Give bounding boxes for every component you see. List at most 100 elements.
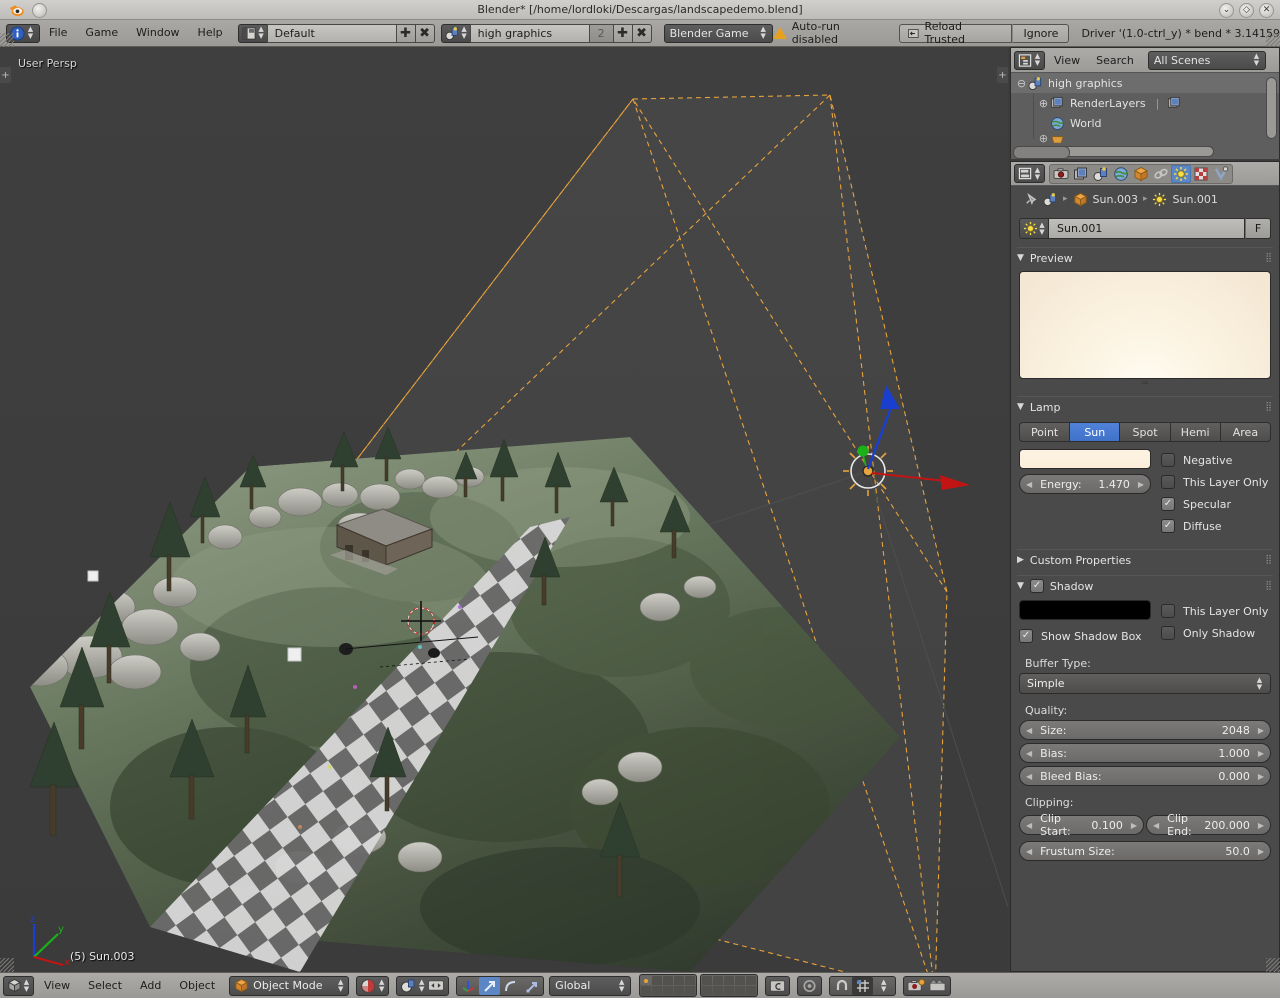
show-shadow-box-checkbox[interactable] xyxy=(1019,629,1033,643)
shadow-enable-checkbox[interactable] xyxy=(1030,579,1044,593)
menu-help[interactable]: Help xyxy=(189,23,232,43)
lamp-specular-row[interactable]: Specular xyxy=(1161,493,1271,515)
increment-arrow-icon[interactable]: ▶ xyxy=(1138,480,1144,489)
outliner-editor-type-selector[interactable]: ▲▼ xyxy=(1014,51,1045,70)
layer-cell[interactable] xyxy=(652,986,662,995)
lamp-datablock-name-field[interactable]: Sun.001 xyxy=(1049,218,1245,239)
breadcrumb-data-name[interactable]: Sun.001 xyxy=(1172,193,1217,206)
decrement-arrow-icon[interactable]: ◀ xyxy=(1026,847,1032,856)
decrement-arrow-icon[interactable]: ◀ xyxy=(1026,480,1032,489)
outliner-expand-icon[interactable]: ⊕ xyxy=(1037,97,1050,110)
lamp-diffuse-row[interactable]: Diffuse xyxy=(1161,515,1271,537)
layer-cell[interactable] xyxy=(702,986,712,995)
lamp-datablock-browse-button[interactable]: ▲▼ xyxy=(1019,218,1049,239)
toolshelf-expand-icon[interactable]: + xyxy=(0,67,11,83)
scale-manipulator-icon[interactable] xyxy=(521,977,542,995)
increment-arrow-icon[interactable]: ▶ xyxy=(1258,726,1264,735)
delete-scene-button[interactable]: ✖ xyxy=(633,24,652,43)
panel-header-preview[interactable]: ▼ Preview ⣿ xyxy=(1017,247,1273,265)
buffer-type-dropdown[interactable]: Simple ▲▼ xyxy=(1019,673,1271,694)
lamp-negative-row[interactable]: Negative xyxy=(1161,449,1271,471)
layer-cell[interactable] xyxy=(685,976,695,985)
render-layers-tab[interactable] xyxy=(1071,165,1091,183)
transform-orientation-selector[interactable]: Global ▲▼ xyxy=(549,976,631,996)
layer-block-1[interactable] xyxy=(639,974,697,997)
lamp-this-layer-only-row[interactable]: This Layer Only xyxy=(1161,471,1271,493)
show-shadow-box-row[interactable]: Show Shadow Box xyxy=(1019,625,1151,647)
screen-layout-name[interactable]: Default xyxy=(267,24,397,43)
scene-render-mode-selector[interactable]: ▲▼ xyxy=(396,976,449,996)
lamp-negative-checkbox[interactable] xyxy=(1161,453,1175,467)
outliner-expand-icon-partial[interactable]: ⊕ xyxy=(1037,133,1050,143)
close-icon[interactable]: ✕ xyxy=(1259,3,1274,18)
panel-grip[interactable]: ⣿ xyxy=(1265,402,1273,412)
viewport-shading-selector[interactable]: ▲▼ xyxy=(356,976,389,996)
panel-grip[interactable]: ⣿ xyxy=(1265,581,1273,591)
layer-cell[interactable] xyxy=(674,976,684,985)
snap-target-chevrons[interactable]: ▲▼ xyxy=(873,977,894,995)
clip-start-field[interactable]: ◀ Clip Start: 0.100 ▶ xyxy=(1019,815,1144,835)
ignore-button[interactable]: Ignore xyxy=(1012,24,1069,43)
outliner-row-world[interactable]: World xyxy=(1011,113,1279,133)
layer-cell[interactable] xyxy=(652,976,662,985)
only-shadow-row[interactable]: Only Shadow xyxy=(1161,622,1271,644)
decrement-arrow-icon[interactable]: ◀ xyxy=(1153,821,1159,830)
outliner-tree[interactable]: ⊖ high graphics ⊕ RenderLayer xyxy=(1011,73,1279,159)
screen-layout-browse-button[interactable]: ▲▼ xyxy=(238,24,267,43)
object-tab[interactable] xyxy=(1131,165,1151,183)
shadow-color-swatch[interactable] xyxy=(1019,600,1151,620)
layer-cell[interactable] xyxy=(724,976,734,985)
cube-icon[interactable] xyxy=(1073,192,1088,207)
layer-block-2[interactable] xyxy=(700,974,758,997)
shadow-bleed-bias-field[interactable]: ◀ Bleed Bias: 0.000 ▶ xyxy=(1019,766,1271,786)
area-corner-grip-topright[interactable] xyxy=(1266,33,1280,47)
layer-cell[interactable] xyxy=(674,986,684,995)
view3d-menu-add[interactable]: Add xyxy=(132,979,169,992)
rotate-manipulator-icon[interactable] xyxy=(500,977,521,995)
snap-magnet-icon[interactable] xyxy=(831,977,852,995)
outliner-menu-view[interactable]: View xyxy=(1047,54,1087,67)
shadow-this-layer-only-row[interactable]: This Layer Only xyxy=(1161,600,1271,622)
lamp-type-area[interactable]: Area xyxy=(1220,422,1271,442)
render-preview-button[interactable] xyxy=(797,976,822,996)
view3d-menu-select[interactable]: Select xyxy=(80,979,130,992)
lamp-energy-field[interactable]: ◀ Energy: 1.470 ▶ xyxy=(1019,474,1151,494)
panel-header-shadow[interactable]: ▼ Shadow ⣿ xyxy=(1017,575,1273,593)
outliner-display-mode-selector[interactable]: All Scenes ▲▼ xyxy=(1148,51,1266,70)
add-screen-layout-button[interactable]: ✚ xyxy=(397,24,416,43)
outliner-row-renderlayers[interactable]: ⊕ RenderLayers | xyxy=(1011,93,1279,113)
decrement-arrow-icon[interactable]: ◀ xyxy=(1026,726,1032,735)
view3d-editor-type-selector[interactable]: ▲▼ xyxy=(3,976,34,996)
area-corner-grip-topleft[interactable] xyxy=(0,33,14,47)
lamp-diffuse-checkbox[interactable] xyxy=(1161,519,1175,533)
opengl-render-buttons[interactable] xyxy=(903,976,951,996)
layer-cell[interactable] xyxy=(746,986,756,995)
scene-browse-button[interactable]: ▲▼ xyxy=(441,24,470,43)
menu-file[interactable]: File xyxy=(40,23,76,43)
layer-cell[interactable] xyxy=(702,976,712,985)
increment-arrow-icon[interactable]: ▶ xyxy=(1258,772,1264,781)
reload-trusted-button[interactable]: Reload Trusted xyxy=(899,24,1013,43)
physics-tab[interactable] xyxy=(1211,165,1231,183)
properties-editor-type-selector[interactable]: ▲▼ xyxy=(1014,164,1045,183)
lamp-type-hemi[interactable]: Hemi xyxy=(1170,422,1220,442)
shadow-bias-field[interactable]: ◀ Bias: 1.000 ▶ xyxy=(1019,743,1271,763)
increment-arrow-icon[interactable]: ▶ xyxy=(1258,821,1264,830)
fake-user-button[interactable]: F xyxy=(1245,218,1271,239)
manipulator-toggle-icon[interactable] xyxy=(458,977,479,995)
decrement-arrow-icon[interactable]: ◀ xyxy=(1026,749,1032,758)
view3d-menu-view[interactable]: View xyxy=(36,979,78,992)
snap-element-icon[interactable] xyxy=(852,977,873,995)
layer-cell[interactable] xyxy=(641,986,651,995)
outliner-horizontal-scrollbar[interactable] xyxy=(1014,146,1214,157)
panel-header-custom-properties[interactable]: ▶ Custom Properties ⣿ xyxy=(1017,549,1273,567)
outliner-row-partial[interactable]: ⊕ xyxy=(1011,133,1279,143)
sun-icon[interactable] xyxy=(1152,192,1167,207)
scene-tab[interactable] xyxy=(1091,165,1111,183)
shadow-this-layer-only-checkbox[interactable] xyxy=(1161,604,1175,618)
layer-cell[interactable] xyxy=(713,976,723,985)
lamp-type-sun[interactable]: Sun xyxy=(1069,422,1119,442)
scene-name-field[interactable]: high graphics xyxy=(470,24,590,43)
view3d-menu-object[interactable]: Object xyxy=(171,979,223,992)
clip-end-field[interactable]: ◀ Clip End: 200.000 ▶ xyxy=(1146,815,1271,835)
